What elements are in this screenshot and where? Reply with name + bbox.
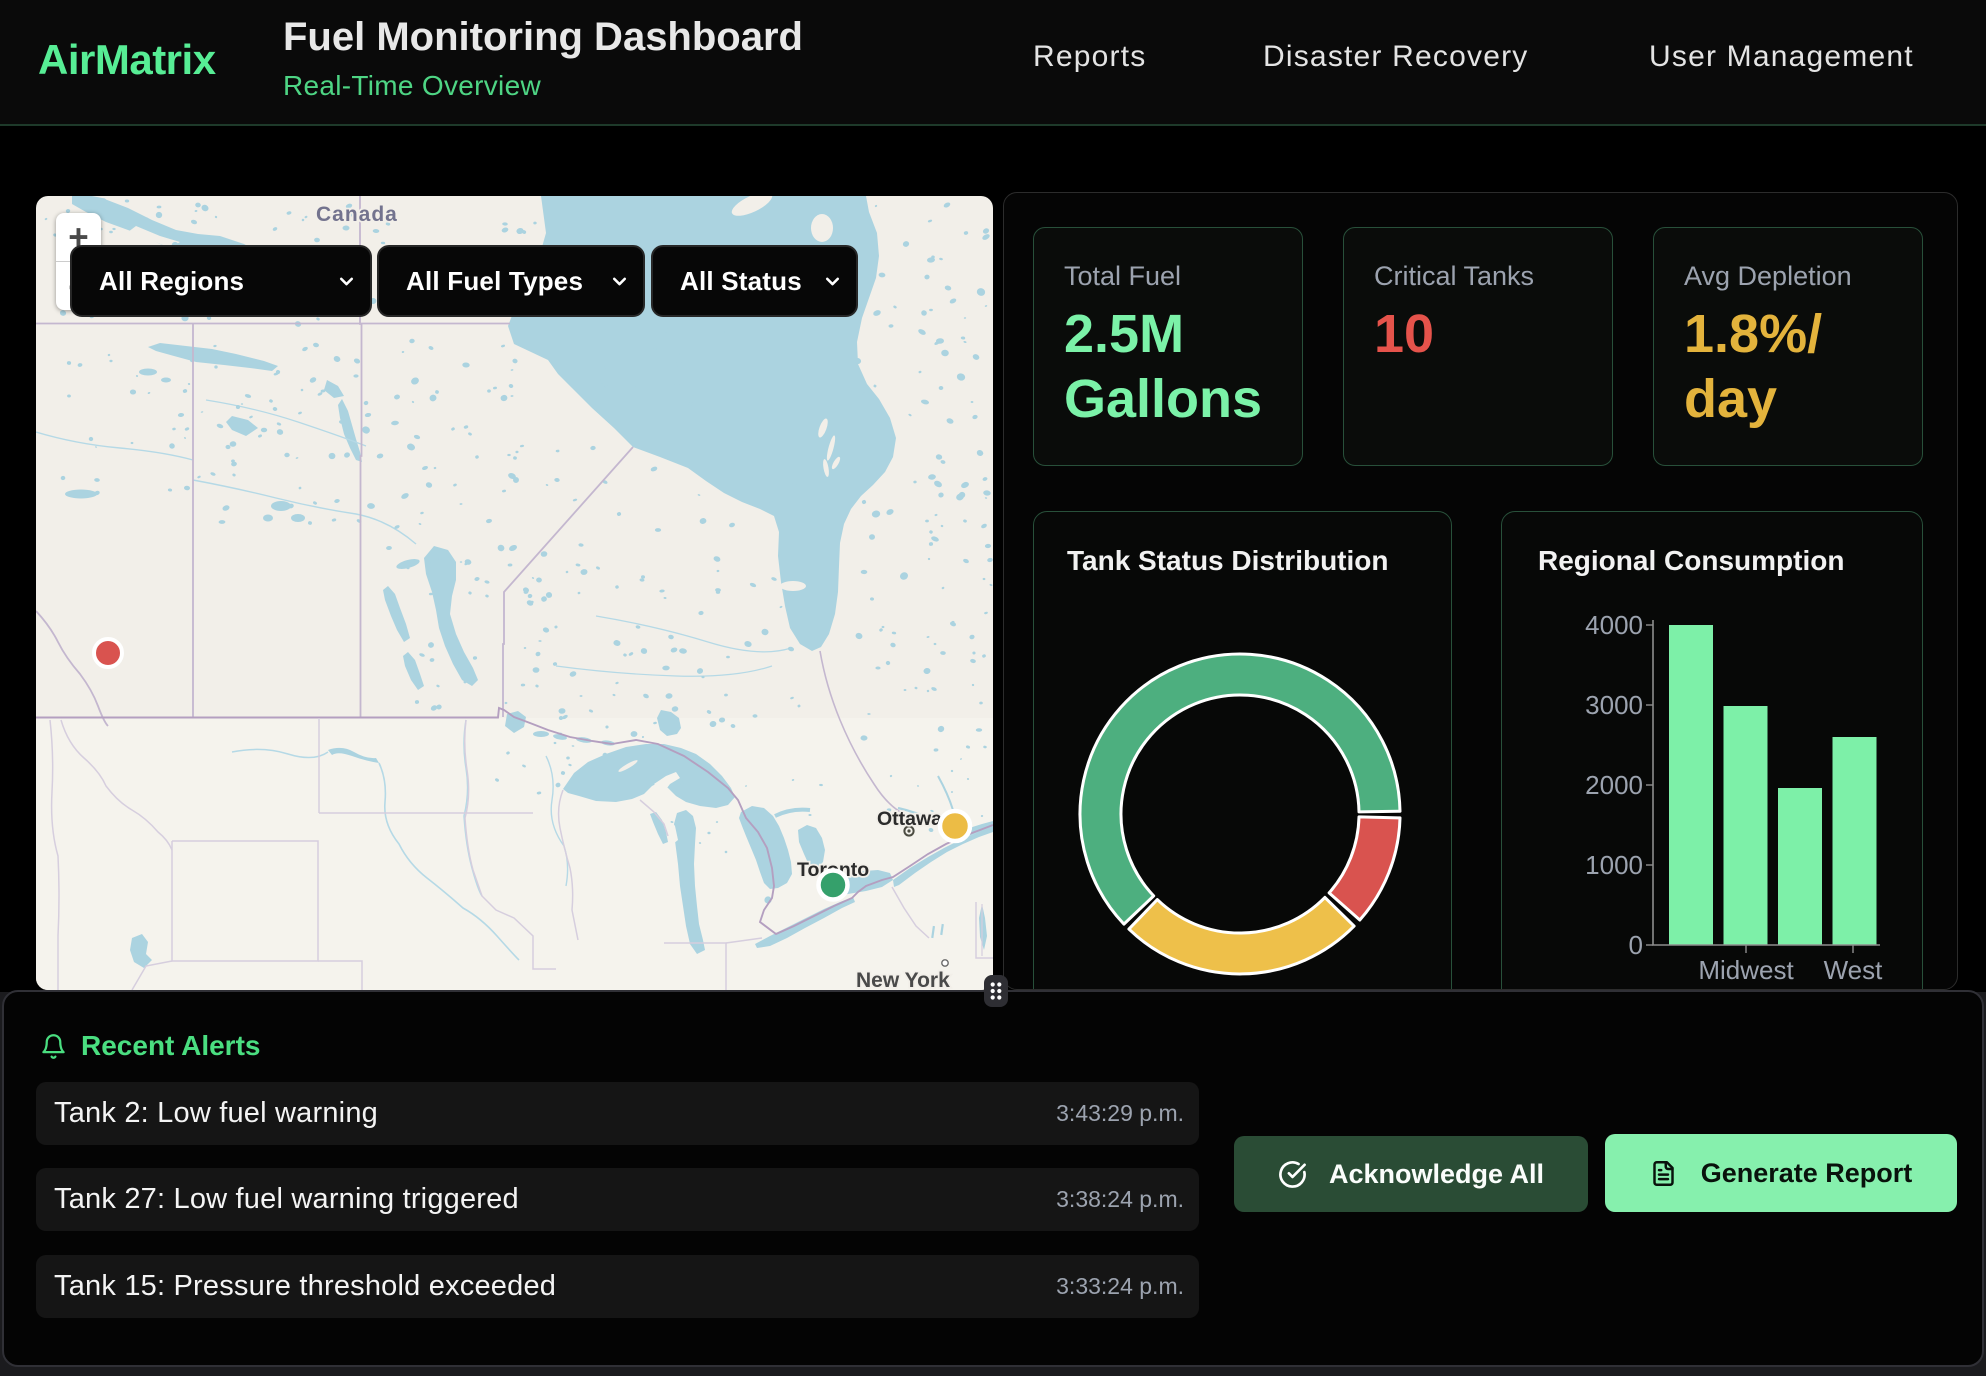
svg-text:New York: New York [856, 969, 950, 990]
svg-text:Canada: Canada [316, 203, 398, 226]
svg-text:4000: 4000 [1585, 610, 1643, 640]
svg-text:0: 0 [1629, 930, 1643, 960]
svg-text:Ottawa: Ottawa [877, 808, 942, 830]
svg-text:1000: 1000 [1585, 850, 1643, 880]
svg-text:2000: 2000 [1585, 770, 1643, 800]
svg-text:West: West [1824, 955, 1884, 985]
svg-text:3000: 3000 [1585, 690, 1643, 720]
svg-text:Midwest: Midwest [1698, 955, 1794, 985]
